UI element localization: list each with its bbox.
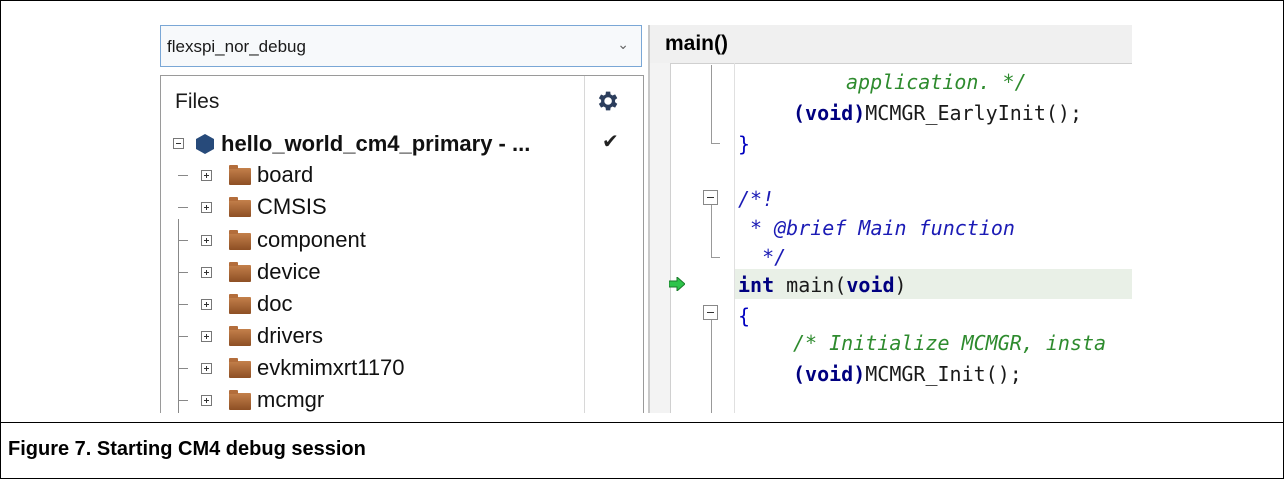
code-line: application. */ xyxy=(738,70,1027,94)
folder-label: mcmgr xyxy=(257,387,325,412)
folder-label: board xyxy=(257,162,314,187)
project-icon xyxy=(196,134,214,154)
expand-toggle-icon[interactable] xyxy=(201,235,212,246)
tree-item-doc[interactable]: doc xyxy=(161,288,644,320)
code-keyword: void xyxy=(846,273,895,297)
workspace-panel: flexspi_nor_debug ⌄ Files hello_world_cm… xyxy=(160,25,644,413)
folder-icon xyxy=(229,230,251,250)
expand-toggle-icon[interactable] xyxy=(201,363,212,374)
folder-icon xyxy=(229,294,251,314)
code-text: MCMGR_EarlyInit(); xyxy=(865,101,1082,125)
folder-label: component xyxy=(257,227,366,252)
tree-item-mcmgr[interactable]: mcmgr xyxy=(161,384,644,413)
tree-branch xyxy=(178,368,188,369)
function-navigator[interactable]: main() xyxy=(650,25,1132,64)
project-name: hello_world_cm4_primary - ... xyxy=(221,131,531,156)
tree-branch xyxy=(178,400,188,401)
expand-toggle-icon[interactable] xyxy=(201,395,212,406)
folder-icon xyxy=(229,358,251,378)
code-keyword: (void) xyxy=(793,362,866,386)
fold-collapse-icon[interactable] xyxy=(703,305,718,320)
code-comment: */ xyxy=(738,245,787,269)
tree-branch xyxy=(178,207,188,208)
code-text: MCMGR_Init(); xyxy=(865,362,1022,386)
configuration-dropdown[interactable]: flexspi_nor_debug ⌄ xyxy=(160,25,642,67)
tree-item-device[interactable]: device xyxy=(161,256,644,288)
fold-guide xyxy=(711,65,712,143)
tree-item-cmsis[interactable]: CMSIS xyxy=(161,191,644,223)
code-line: /* Initialize MCMGR, insta xyxy=(738,331,1106,355)
code-keyword: int xyxy=(738,273,775,297)
figure-caption: Figure 7. Starting CM4 debug session xyxy=(8,438,366,460)
code-editor: main() application. */ (void)MCMGR_Early… xyxy=(650,25,1132,413)
tree-branch xyxy=(178,336,188,337)
code-line: } xyxy=(738,132,751,156)
code-margin-line xyxy=(734,63,735,413)
code-line: * @brief Main function xyxy=(738,216,1015,240)
folder-icon xyxy=(229,326,251,346)
editor-gutter xyxy=(650,63,671,413)
folder-label: CMSIS xyxy=(257,194,327,219)
code-comment: application. */ xyxy=(846,70,1027,94)
code-line: (void)MCMGR_EarlyInit(); xyxy=(738,101,1082,125)
code-line: int main(void) xyxy=(738,273,907,297)
fold-end-tick xyxy=(711,257,720,258)
chevron-down-icon: ⌄ xyxy=(617,36,629,52)
expand-toggle-icon[interactable] xyxy=(201,170,212,181)
folder-icon xyxy=(229,197,251,217)
configuration-value: flexspi_nor_debug xyxy=(167,37,306,56)
code-comment: * xyxy=(738,216,775,240)
tree-item-component[interactable]: component xyxy=(161,224,644,256)
folder-icon xyxy=(229,390,251,410)
folder-icon xyxy=(229,262,251,282)
tree-branch xyxy=(178,304,188,305)
tree-item-evkmimxrt1170[interactable]: evkmimxrt1170 xyxy=(161,352,644,384)
code-doc-tag: @brief Main function xyxy=(774,216,1015,240)
files-tree: Files hello_world_cm4_primary - ... ✔ bo… xyxy=(160,75,644,413)
caption-divider xyxy=(0,422,1284,423)
fold-guide xyxy=(711,205,712,257)
project-row[interactable]: hello_world_cm4_primary - ... ✔ xyxy=(161,128,644,160)
fold-collapse-icon[interactable] xyxy=(703,190,718,205)
files-header: Files xyxy=(175,90,220,113)
expand-toggle-icon[interactable] xyxy=(201,299,212,310)
fold-guide xyxy=(711,320,712,413)
expand-toggle-icon[interactable] xyxy=(201,331,212,342)
tree-item-drivers[interactable]: drivers xyxy=(161,320,644,352)
folder-label: doc xyxy=(257,291,293,316)
code-comment: /*! xyxy=(738,187,775,211)
code-line: */ xyxy=(738,245,786,269)
code-line: (void)MCMGR_Init(); xyxy=(738,362,1022,386)
function-label: main() xyxy=(665,32,728,55)
tree-item-board[interactable]: board xyxy=(161,159,644,191)
tree-branch xyxy=(178,175,188,176)
code-line: { xyxy=(738,304,751,328)
collapse-toggle-icon[interactable] xyxy=(173,138,184,149)
folder-label: device xyxy=(257,259,321,284)
code-keyword: (void) xyxy=(793,101,866,125)
fold-end-tick xyxy=(711,143,720,144)
folder-icon xyxy=(229,165,251,185)
checkmark-icon: ✔ xyxy=(602,131,619,153)
gear-icon[interactable] xyxy=(594,88,620,114)
execution-arrow-icon xyxy=(669,277,685,291)
expand-toggle-icon[interactable] xyxy=(201,202,212,213)
code-comment: /* Initialize MCMGR, insta xyxy=(793,331,1107,355)
expand-toggle-icon[interactable] xyxy=(201,267,212,278)
tree-branch xyxy=(178,240,188,241)
folder-label: drivers xyxy=(257,323,324,348)
code-text: main( xyxy=(774,273,847,297)
code-line: /*! xyxy=(738,187,774,211)
folder-label: evkmimxrt1170 xyxy=(257,355,405,380)
tree-branch xyxy=(178,272,188,273)
code-text: ) xyxy=(894,273,907,297)
